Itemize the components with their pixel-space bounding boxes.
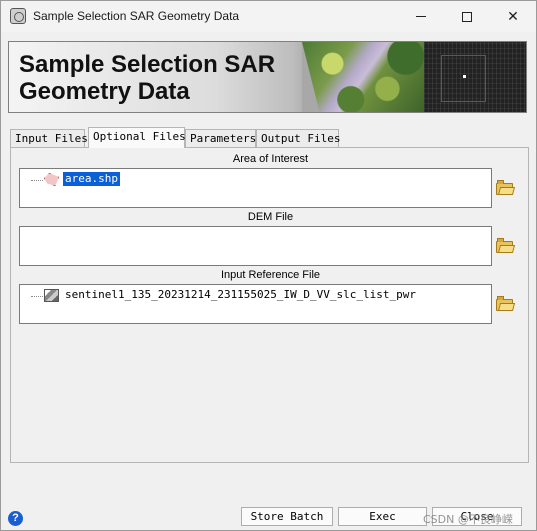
tab-parameters[interactable]: Parameters (185, 129, 256, 147)
tree-connector (31, 180, 43, 181)
close-icon: ✕ (507, 8, 519, 25)
tab-input-files[interactable]: Input Files (10, 129, 88, 147)
banner-title: Sample Selection SAR Geometry Data (19, 51, 276, 105)
window-title: Sample Selection SAR Geometry Data (33, 9, 240, 23)
browse-dem-file-button[interactable] (496, 238, 516, 254)
maximize-button[interactable] (444, 1, 490, 32)
exec-button[interactable]: Exec (338, 507, 427, 526)
tab-optional-files[interactable]: Optional Files (88, 127, 186, 148)
shapefile-icon (44, 173, 59, 186)
area-of-interest-list[interactable]: area.shp (19, 168, 492, 208)
action-bar: ? Store Batch Exec Close CSDN @不良峥嵘 (1, 501, 536, 531)
help-icon[interactable]: ? (8, 511, 23, 526)
browse-area-of-interest-button[interactable] (496, 180, 516, 196)
browse-input-reference-file-button[interactable] (496, 296, 516, 312)
close-button[interactable]: Close (432, 507, 522, 526)
app-icon (10, 8, 26, 24)
area-of-interest-item[interactable]: area.shp (63, 172, 120, 186)
input-reference-file-label: Input Reference File (220, 269, 321, 281)
area-of-interest-label: Area of Interest (232, 153, 309, 165)
minimize-button[interactable] (398, 1, 444, 32)
sar-point (463, 75, 466, 78)
maximize-icon (462, 11, 472, 22)
input-reference-file-item[interactable]: sentinel1_135_20231214_231155025_IW_D_VV… (63, 288, 418, 302)
sar-image (424, 42, 526, 112)
tab-output-files[interactable]: Output Files (256, 129, 340, 147)
dem-file-list[interactable] (19, 226, 492, 266)
store-batch-button[interactable]: Store Batch (241, 507, 333, 526)
input-reference-file-list[interactable]: sentinel1_135_20231214_231155025_IW_D_VV… (19, 284, 492, 324)
close-window-button[interactable]: ✕ (490, 1, 536, 32)
raster-icon (44, 289, 59, 302)
sar-selection-box (441, 55, 486, 102)
aerial-photo-image (302, 42, 424, 112)
header-banner: Sample Selection SAR Geometry Data (8, 41, 527, 113)
minimize-icon (416, 16, 426, 17)
tree-connector (31, 296, 43, 297)
main-window: Sample Selection SAR Geometry Data ✕ Sam… (0, 0, 537, 531)
dem-file-label: DEM File (247, 211, 294, 223)
optional-files-panel: Area of Interest area.shp DEM File Input… (10, 147, 529, 463)
title-bar[interactable]: Sample Selection SAR Geometry Data ✕ (1, 1, 536, 32)
